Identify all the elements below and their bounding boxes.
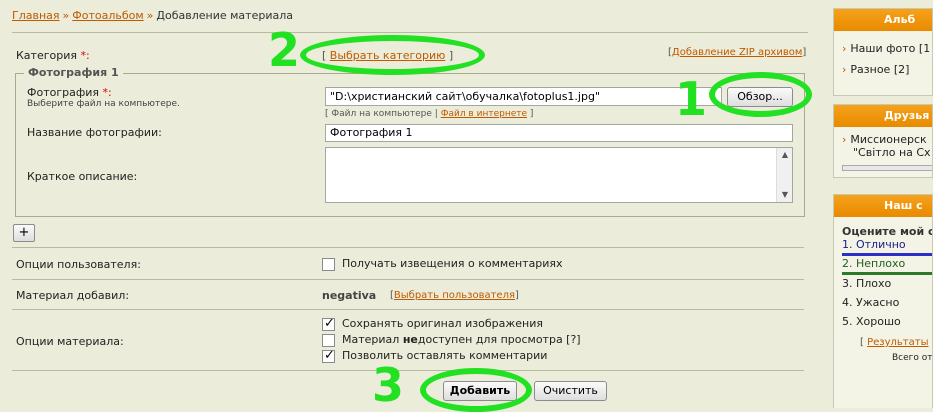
- hide-material-text: Материал недоступен для просмотра [?]: [342, 333, 581, 346]
- source-computer-option[interactable]: Файл на компьютере: [331, 109, 432, 119]
- photo-description-textarea[interactable]: ▲ ▼: [325, 147, 793, 203]
- category-label: Категория *:: [16, 49, 90, 62]
- photo-description-label: Краткое описание:: [27, 170, 138, 183]
- sidebar-friends-block: Друзья › Миссионерск "Світло на Сх: [833, 104, 933, 178]
- poll-results-link[interactable]: Результаты: [867, 337, 928, 348]
- source-internet-link[interactable]: Файл в интернете: [441, 109, 527, 119]
- divider: [12, 309, 804, 310]
- photo-title-input[interactable]: Фотография 1: [325, 124, 793, 142]
- file-source-switch: [ Файл на компьютере | Файл в интернете …: [325, 109, 534, 119]
- sidebar-album-block: Альб › Наши фото [1 › Разное [2]: [833, 8, 933, 96]
- author-label: Материал добавил:: [16, 289, 130, 302]
- breadcrumb-separator: »: [146, 9, 154, 22]
- poll-option-3: 3. Плохо: [842, 277, 892, 290]
- notify-comments-checkbox[interactable]: [322, 258, 335, 271]
- poll-bar-2: [842, 272, 932, 275]
- sidebar-friends-title: Друзья: [834, 105, 932, 127]
- hide-material-checkbox[interactable]: [322, 334, 335, 347]
- divider: [12, 279, 804, 280]
- annotation-ring-browse: [709, 72, 812, 117]
- breadcrumb-current: Добавление материала: [156, 9, 293, 22]
- poll-option-2: 2. Неплохо: [842, 257, 906, 270]
- photo-file-label: Фотография *:: [27, 86, 112, 99]
- textarea-scrollbar[interactable]: ▲ ▼: [776, 148, 792, 202]
- poll-total: Всего отв: [892, 353, 933, 363]
- breadcrumb-home-link[interactable]: Главная: [12, 9, 60, 22]
- zip-upload-link[interactable]: Добавление ZIP архивом: [672, 47, 803, 58]
- sidebar-friends-item[interactable]: › Миссионерск: [842, 133, 927, 146]
- breadcrumb-separator: »: [62, 9, 70, 22]
- poll-bar-1: [842, 253, 932, 256]
- zip-upload: [Добавление ZIP архивом]: [668, 47, 807, 58]
- poll-question: Оцените мой са: [842, 225, 933, 238]
- author-name: negativa: [322, 289, 377, 302]
- select-user-link[interactable]: Выбрать пользователя: [394, 290, 515, 301]
- photo-file-input[interactable]: "D:\христианский сайт\обучалка\fotoplus1…: [325, 87, 722, 106]
- keep-original-text: Сохранять оригинал изображения: [342, 317, 543, 330]
- breadcrumb-album-link[interactable]: Фотоальбом: [72, 9, 143, 22]
- annotation-number-1: 1: [675, 72, 708, 126]
- sidebar-album-item[interactable]: › Наши фото [1: [842, 42, 930, 55]
- add-photo-button[interactable]: +: [13, 224, 35, 242]
- poll-option-5: 5. Хорошо: [842, 315, 901, 328]
- divider: [12, 370, 804, 371]
- arrow-icon: ›: [842, 42, 847, 55]
- divider: [12, 247, 804, 248]
- annotation-number-2: 2: [268, 23, 301, 77]
- photo-file-hint: Выберите файл на компьютере.: [27, 99, 180, 109]
- allow-comments-checkbox[interactable]: ✓: [322, 348, 335, 363]
- select-user: [Выбрать пользователя]: [390, 290, 519, 301]
- material-options-label: Опции материала:: [16, 335, 124, 348]
- scroll-up-icon[interactable]: ▲: [777, 148, 792, 162]
- keep-original-checkbox[interactable]: ✓: [322, 316, 335, 331]
- sidebar-album-item[interactable]: › Разное [2]: [842, 63, 909, 76]
- reset-button[interactable]: Очистить: [534, 381, 607, 401]
- poll-option-1: 1. Отлично: [842, 238, 906, 251]
- annotation-number-3: 3: [372, 358, 405, 412]
- poll-results: [ Результаты ·: [860, 337, 932, 348]
- poll-option-4: 4. Ужасно: [842, 296, 900, 309]
- sidebar-friends-item-line2: "Світло на Сх: [853, 146, 931, 159]
- sidebar-friends-scrollbar[interactable]: [842, 165, 932, 171]
- annotation-ring-category: [300, 35, 485, 75]
- user-options-label: Опции пользователя:: [16, 258, 141, 271]
- sidebar-poll-title: Наш с: [834, 195, 932, 217]
- checkmark-icon: ✓: [324, 316, 335, 331]
- checkmark-icon: ✓: [324, 348, 335, 363]
- scroll-down-icon[interactable]: ▼: [777, 188, 792, 202]
- divider: [12, 32, 808, 33]
- arrow-icon: ›: [842, 133, 847, 146]
- annotation-ring-submit: [420, 368, 532, 412]
- breadcrumb: Главная» Фотоальбом» Добавление материала: [12, 9, 293, 22]
- arrow-icon: ›: [842, 63, 847, 76]
- photo-legend: Фотография 1: [24, 66, 123, 79]
- photo-title-label: Название фотографии:: [27, 126, 162, 139]
- source-separator: |: [434, 109, 438, 119]
- sidebar-poll-block: Наш с Оцените мой са 1. Отлично 2. Непло…: [833, 194, 933, 408]
- notify-comments-text: Получать извещения о комментариях: [342, 257, 563, 270]
- sidebar-album-title: Альб: [834, 9, 932, 31]
